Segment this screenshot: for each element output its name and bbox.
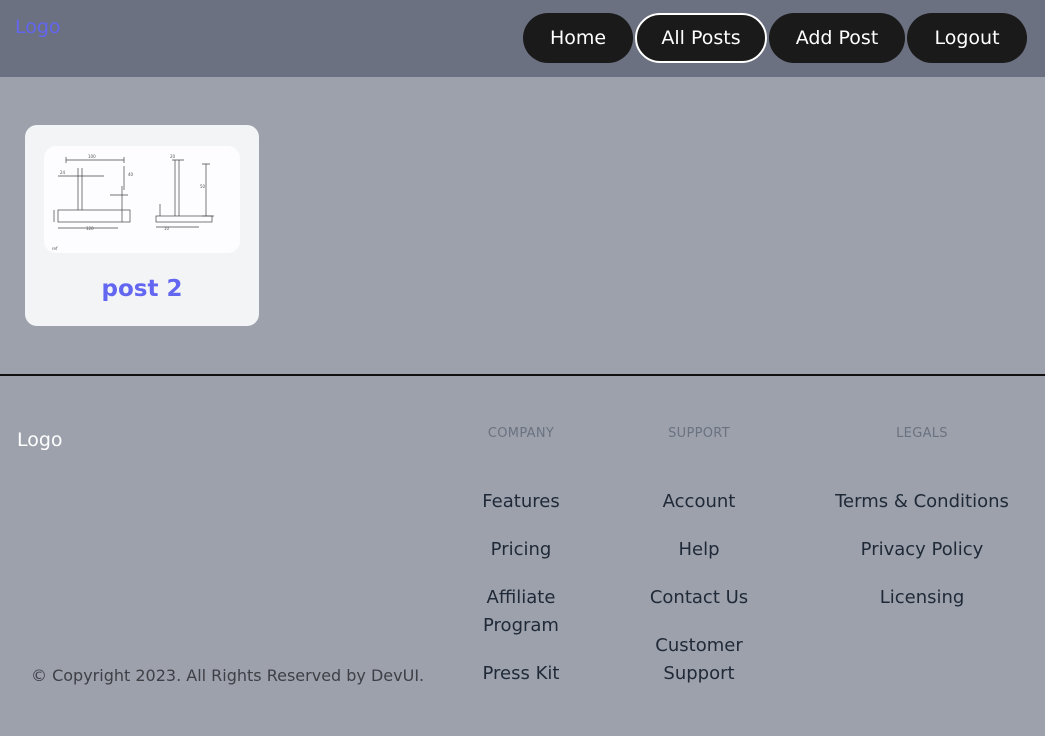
svg-text:120: 120 [86, 226, 94, 231]
nav-all-posts-button[interactable]: All Posts [635, 13, 767, 63]
footer-link-affiliate-program[interactable]: Affiliate Program [461, 584, 581, 640]
svg-text:ref: ref [52, 246, 58, 251]
footer-link-customer-support[interactable]: Customer Support [629, 632, 769, 688]
nav-home-button[interactable]: Home [523, 13, 633, 63]
footer-link-terms-conditions[interactable]: Terms & Conditions [822, 488, 1022, 516]
footer-link-contact-us[interactable]: Contact Us [629, 584, 769, 612]
svg-text:10: 10 [164, 226, 170, 231]
footer-link-licensing[interactable]: Licensing [822, 584, 1022, 612]
post-title[interactable]: post 2 [25, 276, 259, 302]
footer-link-features[interactable]: Features [461, 488, 581, 516]
svg-text:40: 40 [128, 172, 134, 177]
svg-text:20: 20 [170, 154, 176, 159]
header-logo[interactable]: Logo [15, 16, 61, 38]
footer-link-privacy-policy[interactable]: Privacy Policy [822, 536, 1022, 564]
svg-text:24: 24 [60, 170, 66, 175]
post-card[interactable]: 100 24 120 40 20 50 10 ref post 2 [25, 125, 259, 326]
svg-text:50: 50 [200, 184, 206, 189]
footer-link-help[interactable]: Help [629, 536, 769, 564]
footer-link-pricing[interactable]: Pricing [461, 536, 581, 564]
site-footer: Logo © Copyright 2023. All Rights Reserv… [0, 376, 1045, 736]
posts-area: 100 24 120 40 20 50 10 ref post 2 [0, 77, 1045, 374]
footer-logo[interactable]: Logo [17, 429, 63, 451]
column-heading: LEGALS [896, 426, 948, 441]
svg-text:100: 100 [88, 154, 96, 159]
column-heading: SUPPORT [668, 426, 730, 441]
footer-link-account[interactable]: Account [629, 488, 769, 516]
footer-link-press-kit[interactable]: Press Kit [461, 660, 581, 688]
main-nav: Home All Posts Add Post Logout [523, 13, 1027, 63]
site-header: Logo Home All Posts Add Post Logout [0, 0, 1045, 77]
nav-add-post-button[interactable]: Add Post [769, 13, 905, 63]
copyright-text: © Copyright 2023. All Rights Reserved by… [31, 666, 425, 685]
technical-drawing-thumbnail-icon: 100 24 120 40 20 50 10 ref [44, 146, 240, 253]
nav-logout-button[interactable]: Logout [907, 13, 1027, 63]
column-heading: COMPANY [487, 426, 555, 441]
